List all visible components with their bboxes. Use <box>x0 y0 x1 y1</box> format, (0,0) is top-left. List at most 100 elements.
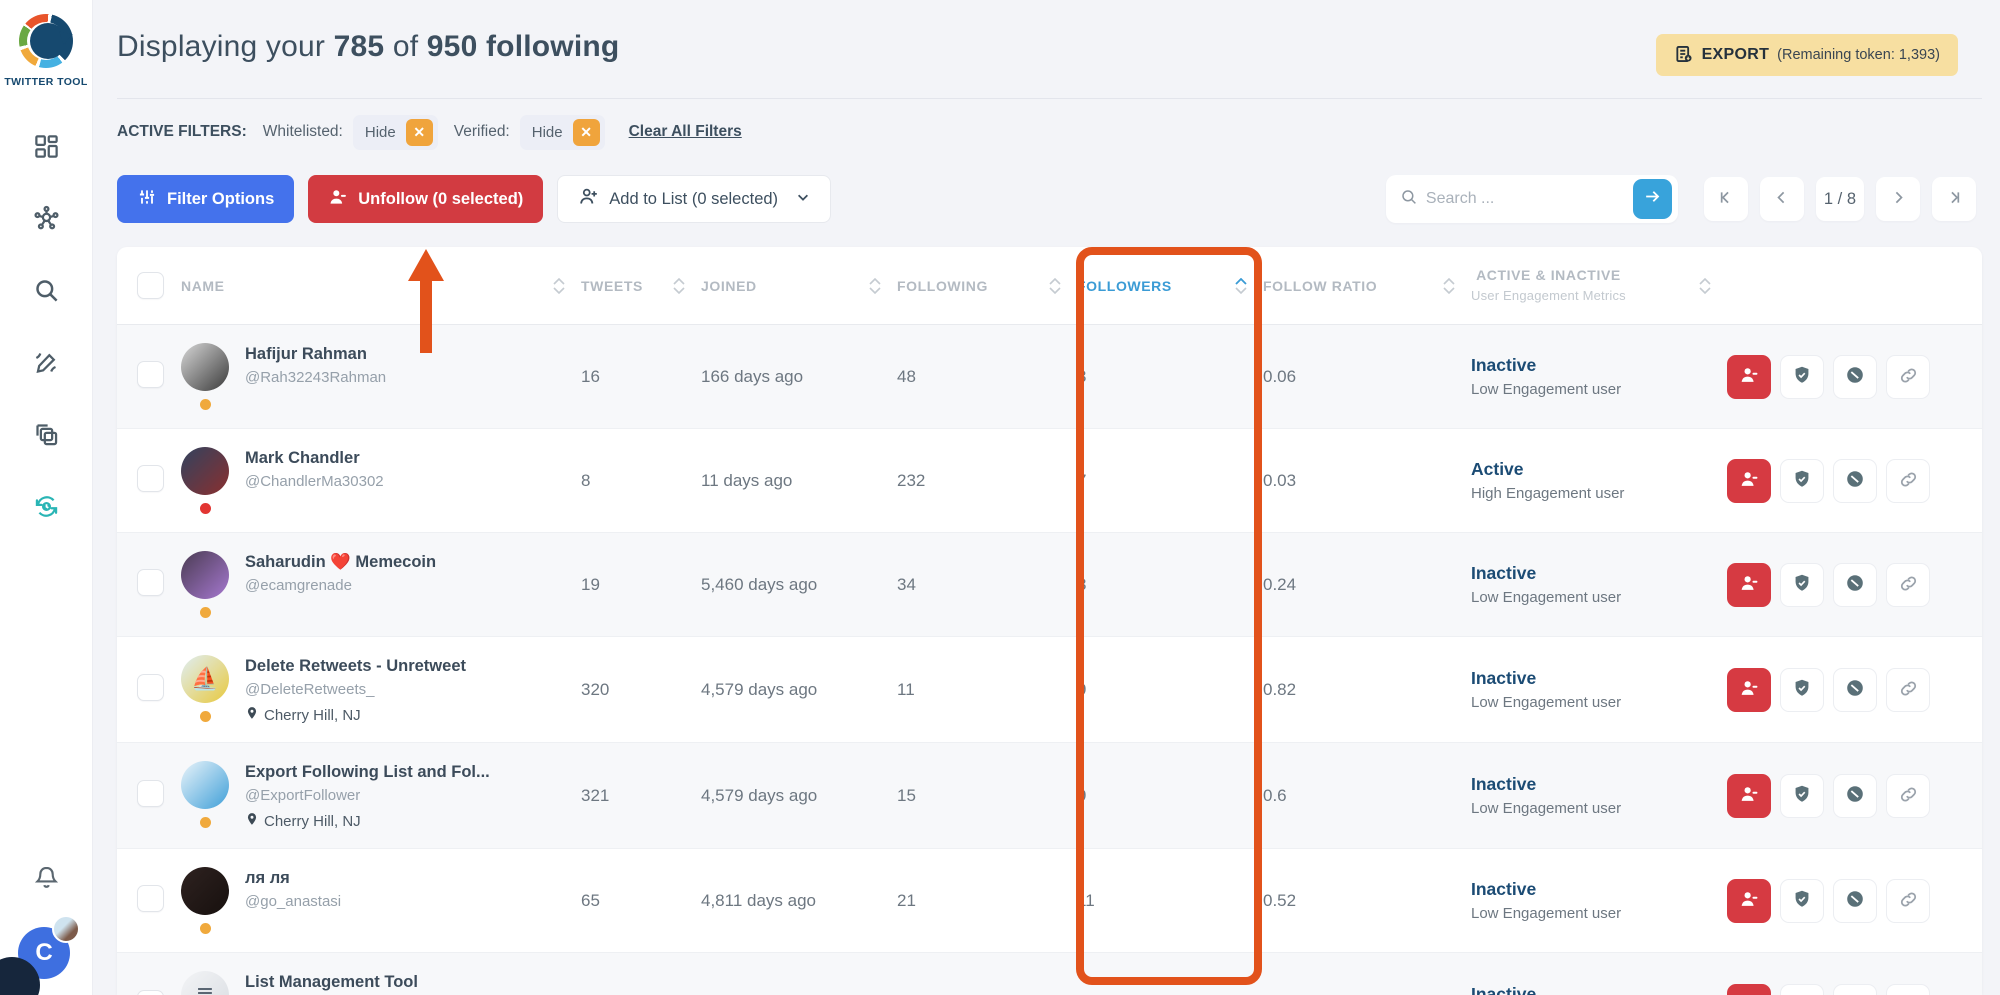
row-actions <box>1727 879 1982 923</box>
filter-options-button[interactable]: Filter Options <box>117 175 294 223</box>
user-handle[interactable]: @ChandlerMa30302 <box>245 473 384 490</box>
sidebar-item-copy[interactable] <box>31 422 61 452</box>
block-button[interactable] <box>1833 355 1877 399</box>
next-page-button[interactable] <box>1876 177 1920 221</box>
user-handle[interactable]: @go_anastasi <box>245 893 341 910</box>
block-button[interactable] <box>1833 774 1877 818</box>
clear-all-filters-link[interactable]: Clear All Filters <box>629 123 742 141</box>
prev-page-button[interactable] <box>1760 177 1804 221</box>
add-to-list-button[interactable]: Add to List (0 selected) <box>557 175 831 223</box>
link-button[interactable] <box>1886 459 1930 503</box>
row-checkbox[interactable] <box>137 569 164 596</box>
row-checkbox[interactable] <box>137 465 164 492</box>
block-button[interactable] <box>1833 459 1877 503</box>
shield-check-button[interactable] <box>1780 879 1824 923</box>
user-name[interactable]: Mark Chandler <box>245 449 384 468</box>
link-button[interactable] <box>1886 774 1930 818</box>
sidebar-item-dashboard[interactable] <box>31 134 61 164</box>
row-checkbox[interactable] <box>137 885 164 912</box>
sort-icon-active[interactable] <box>1235 278 1247 294</box>
engagement-dot <box>200 711 211 722</box>
export-button[interactable]: EXPORT (Remaining token: 1,393) <box>1656 34 1958 76</box>
unfollow-button[interactable]: Unfollow (0 selected) <box>308 175 543 223</box>
block-button[interactable] <box>1833 879 1877 923</box>
link-button[interactable] <box>1886 879 1930 923</box>
unfollow-user-button[interactable] <box>1727 563 1771 607</box>
column-header-follow-ratio[interactable]: FOLLOW RATIO <box>1263 278 1471 294</box>
shield-check-button[interactable] <box>1780 984 1824 995</box>
user-handle[interactable]: @ecamgrenade <box>245 577 436 594</box>
close-icon[interactable]: ✕ <box>406 119 433 146</box>
close-icon[interactable]: ✕ <box>573 119 600 146</box>
link-icon <box>1898 784 1919 808</box>
shield-check-button[interactable] <box>1780 459 1824 503</box>
link-button[interactable] <box>1886 355 1930 399</box>
unfollow-user-button[interactable] <box>1727 774 1771 818</box>
sidebar-item-sync[interactable] <box>31 494 61 524</box>
block-button[interactable] <box>1833 984 1877 995</box>
column-header-tweets[interactable]: TWEETS <box>581 278 701 294</box>
shield-check-button[interactable] <box>1780 774 1824 818</box>
engagement-label: Low Engagement user <box>1471 905 1727 922</box>
sort-icon[interactable] <box>869 278 881 294</box>
row-checkbox[interactable] <box>137 674 164 701</box>
column-label: FOLLOW RATIO <box>1263 278 1377 294</box>
user-name[interactable]: List Management Tool <box>245 973 418 992</box>
user-name[interactable]: Hafijur Rahman <box>245 345 386 364</box>
sort-icon[interactable] <box>553 278 565 294</box>
user-handle[interactable]: @Rah32243Rahman <box>245 369 386 386</box>
last-page-button[interactable] <box>1932 177 1976 221</box>
unfollow-user-button[interactable] <box>1727 879 1771 923</box>
shield-check-button[interactable] <box>1780 355 1824 399</box>
row-checkbox[interactable] <box>137 780 164 807</box>
sidebar-item-search[interactable] <box>31 278 61 308</box>
block-button[interactable] <box>1833 668 1877 712</box>
shield-check-button[interactable] <box>1780 668 1824 712</box>
status-badge: Inactive <box>1471 668 1727 689</box>
link-button[interactable] <box>1886 668 1930 712</box>
user-name[interactable]: Saharudin ❤️ Memecoin <box>245 553 436 572</box>
unfollow-user-button[interactable] <box>1727 984 1771 995</box>
followers-value: 9 <box>1077 786 1263 806</box>
unfollow-user-button[interactable] <box>1727 459 1771 503</box>
link-button[interactable] <box>1886 984 1930 995</box>
sidebar-item-compose[interactable] <box>31 350 61 380</box>
user-handle[interactable]: @DeleteRetweets_ <box>245 681 466 698</box>
user-name[interactable]: ля ля <box>245 869 341 888</box>
user-handle[interactable]: @ExportFollower <box>245 787 490 804</box>
search-input[interactable] <box>1426 190 1633 208</box>
block-icon <box>1844 783 1866 808</box>
column-header-active-inactive[interactable]: ACTIVE & INACTIVE User Engagement Metric… <box>1471 265 1727 306</box>
table-row: Mark Chandler@ChandlerMa30302811 days ag… <box>117 429 1982 533</box>
avatar <box>181 551 229 599</box>
page-indicator[interactable]: 1 / 8 <box>1816 177 1864 221</box>
unfollow-user-button[interactable] <box>1727 355 1771 399</box>
unfollow-user-button[interactable] <box>1727 668 1771 712</box>
column-header-followers[interactable]: FOLLOWERS <box>1077 278 1263 294</box>
sidebar: TWITTER TOOL <box>0 0 93 995</box>
row-checkbox[interactable] <box>137 361 164 388</box>
notifications-button[interactable] <box>31 865 61 895</box>
row-checkbox[interactable] <box>137 990 164 995</box>
search-submit-button[interactable] <box>1633 179 1672 219</box>
link-button[interactable] <box>1886 563 1930 607</box>
user-name[interactable]: Export Following List and Fol... <box>245 763 490 782</box>
block-button[interactable] <box>1833 563 1877 607</box>
first-page-button[interactable] <box>1704 177 1748 221</box>
following-value: 15 <box>897 786 1077 806</box>
user-name[interactable]: Delete Retweets - Unretweet <box>245 657 466 676</box>
sort-icon[interactable] <box>1699 278 1711 294</box>
column-header-following[interactable]: FOLLOWING <box>897 278 1077 294</box>
name-column: Export Following List and Fol... @ExportF… <box>245 761 490 830</box>
column-header-name[interactable]: NAME <box>181 278 581 294</box>
select-all-checkbox[interactable] <box>137 272 164 299</box>
sort-icon[interactable] <box>1443 278 1455 294</box>
column-header-joined[interactable]: JOINED <box>701 278 897 294</box>
sort-icon[interactable] <box>673 278 685 294</box>
sidebar-item-network[interactable] <box>31 206 61 236</box>
location-text: Cherry Hill, NJ <box>264 813 361 830</box>
sort-icon[interactable] <box>1049 278 1061 294</box>
shield-check-button[interactable] <box>1780 563 1824 607</box>
followers-value: 11 <box>1077 891 1263 911</box>
row-checkbox-cell <box>117 569 181 601</box>
